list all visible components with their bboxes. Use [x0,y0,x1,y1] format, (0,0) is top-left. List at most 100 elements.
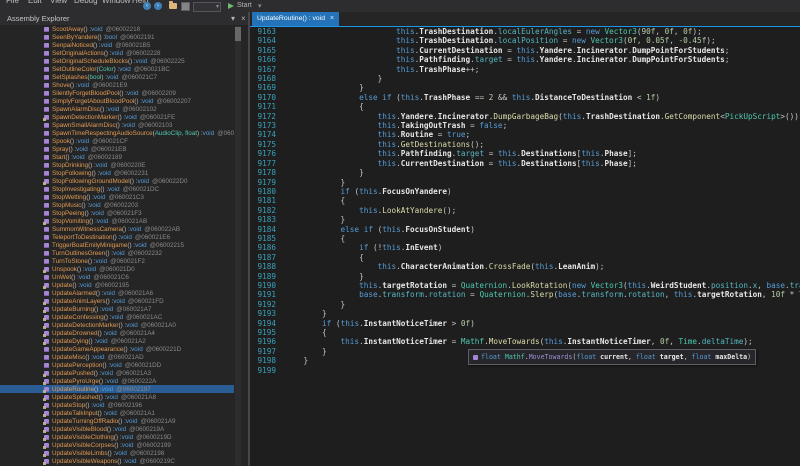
code-token: new [572,36,586,45]
method-item[interactable]: UpdateBurning() : void@060021A7 [0,305,234,313]
scrollbar-thumb[interactable] [235,27,241,41]
method-item[interactable]: UpdatePushed() : void@060021A3 [0,369,234,377]
method-item[interactable]: SenpaiNoticed() : void@060021B5 [0,41,234,49]
panel-close-icon[interactable]: × [241,13,246,24]
method-item[interactable]: Start() : void@06002189 [0,153,234,161]
method-item[interactable]: UpdateDrowned() : void@060021A4 [0,329,234,337]
method-item[interactable]: UpdateSplashed() : void@060021A8 [0,393,234,401]
nav-forward-icon[interactable]: › [154,2,162,10]
method-tree[interactable]: ScootAway() : void@06002218SeenByYandere… [0,25,234,466]
method-item[interactable]: UpdateMisc() : void@060021AD [0,353,234,361]
explorer-scrollbar[interactable] [235,26,241,466]
method-item[interactable]: UpdateAnimLayers() : void@060021FD [0,297,234,305]
method-item[interactable]: StopMusic() : void@06002203 [0,201,234,209]
method-return-type: void [85,266,97,273]
method-item[interactable]: SilentlyForgetBloodPool() : void@0600220… [0,89,234,97]
method-item[interactable]: StopPeeing() : void@060021F3 [0,209,234,217]
method-item[interactable]: StopFollowingGroundModel() : void@060022… [0,177,234,185]
method-item[interactable]: Shove() : void@060021E9 [0,81,234,89]
code-token: , [637,36,646,45]
method-item[interactable]: StopVomiting() : void@060021AB [0,217,234,225]
method-item[interactable]: SetOriginalScheduleBlocks() : void@06002… [0,57,234,65]
open-folder-icon[interactable] [169,3,177,9]
debug-options-icon[interactable]: ▾ [258,2,262,10]
save-module-icon[interactable] [181,2,190,11]
code-token: rotation [628,290,665,299]
method-params: bool [89,74,101,81]
method-item[interactable]: SummonWitnessCamera() : void@060022AB [0,225,234,233]
method-name: ScootAway [52,26,83,33]
menu-file[interactable]: File [6,0,19,5]
method-item[interactable]: UpdateVisibleBlood() : void@0600219A [0,425,234,433]
method-item[interactable]: ScootAway() : void@06002218 [0,25,234,33]
method-item[interactable]: UpdateVisibleWeapons() : void@0600219C [0,457,234,465]
method-item[interactable]: SpawnSmallAlarmDisc() : void@06002103 [0,121,234,129]
code-token: new [572,281,586,290]
method-item[interactable]: StopDrinking() : void@0600220E [0,161,234,169]
method-item[interactable]: UpdateStop() : void@06002196 [0,401,234,409]
menu-debug[interactable]: Debug [74,0,98,5]
start-debug-icon[interactable] [228,3,234,9]
method-item[interactable]: UnWet() : void@060021C6 [0,273,234,281]
menu-edit[interactable]: Edit [28,0,42,5]
method-item[interactable]: TeleportToDestination() : void@060021E6 [0,233,234,241]
method-item[interactable]: UpdateRoutine() : void@06002197 [0,385,234,393]
code-token: this [544,337,563,346]
code-token: TrashDestination [586,112,660,121]
method-name: Shove [52,82,70,89]
start-button-label[interactable]: Start [237,2,252,9]
method-item[interactable]: UpdateVisibleCorpses() : void@06002199 [0,441,234,449]
method-item[interactable]: StopWetting() : void@060021C3 [0,193,234,201]
code-token: { [359,102,364,111]
method-item[interactable]: Spray() : void@060021EB [0,145,234,153]
code-token: ) [470,319,475,328]
method-item[interactable]: SpawnDetectionMarker() : void@060021FE [0,113,234,121]
method-item[interactable]: UpdateDetectionMarker() : void@060021A0 [0,321,234,329]
code-token: InstantNoticeTimer [567,337,650,346]
method-item[interactable]: SetOutlineColor(Color) : void@060021BC [0,65,234,73]
method-name: UpdateAnimLayers [52,298,106,305]
method-item[interactable]: UpdateTurningOffRadio() : void@060021A9 [0,417,234,425]
method-item[interactable]: Spook() : void@060021CF [0,137,234,145]
method-item[interactable]: UpdateDying() : void@060021A2 [0,337,234,345]
method-item[interactable]: Unspook() : void@060021D0 [0,265,234,273]
code-editor[interactable]: 9163 this.TrashDestination.localEulerAng… [250,27,800,466]
method-item[interactable]: SetOriginalActions() : void@06002228 [0,49,234,57]
nav-back-icon[interactable]: ‹ [143,2,151,10]
chevron-down-icon: ▾ [216,3,219,11]
code-token: rotation [429,290,466,299]
panel-menu-icon[interactable]: ▾ [231,13,235,24]
method-item[interactable]: UpdateVisibleLimbs() : void@06002198 [0,449,234,457]
code-token: Phase [604,159,627,168]
method-item[interactable]: StopFollowing() : void@06002231 [0,169,234,177]
method-item[interactable]: SetSplashes(bool) : void@060021C7 [0,73,234,81]
method-return-type: void [96,338,108,345]
method-return-type: void [79,274,91,281]
method-item[interactable]: SpawnTimeRespectingAudioSource(AudioClip… [0,129,234,137]
method-item[interactable]: Update() : void@06002195 [0,281,234,289]
method-item[interactable]: UpdateConfessing() : void@060021AC [0,313,234,321]
method-item[interactable]: UpdatePerception() : void@060021DD [0,361,234,369]
method-item[interactable]: StopInvestigating() : void@060021DC [0,185,234,193]
menu-window[interactable]: Window [102,0,130,5]
method-item[interactable]: TurnOutlinesGreen() : void@06002232 [0,249,234,257]
method-item[interactable]: TurnToStone() : void@060021F2 [0,257,234,265]
method-address: @060021A4 [120,330,155,337]
method-item[interactable]: TriggerBoatEmilyMinigame() : void@060022… [0,241,234,249]
method-item[interactable]: SpawnAlarmDisc() : void@06002102 [0,105,234,113]
method-item[interactable]: SeenByYandere() : bool@06002191 [0,33,234,41]
method-item[interactable]: UpdateVisibleClothing() : void@0600219D [0,433,234,441]
method-item[interactable]: SimplyForgetAboutBloodPool() : void@0600… [0,97,234,105]
method-icon [44,203,49,208]
method-item[interactable]: UpdatePyroUrge() : void@0600222A [0,377,234,385]
code-token: MoveTowards [529,353,573,361]
assembly-combobox[interactable]: ▾ [193,2,221,12]
method-item[interactable]: UpdateTalkInput() : void@060021A1 [0,409,234,417]
method-item[interactable]: UpdateAlarmed() : void@060021A6 [0,289,234,297]
line-number: 9196 [250,337,276,346]
method-item[interactable]: UpdateGameAppearance() : void@0600221D [0,345,234,353]
menu-view[interactable]: View [50,0,67,5]
code-line: 9189 } [250,272,800,281]
tab-updateroutine[interactable]: UpdateRoutine() : void× [252,12,339,26]
tab-close-icon[interactable]: × [330,15,334,22]
